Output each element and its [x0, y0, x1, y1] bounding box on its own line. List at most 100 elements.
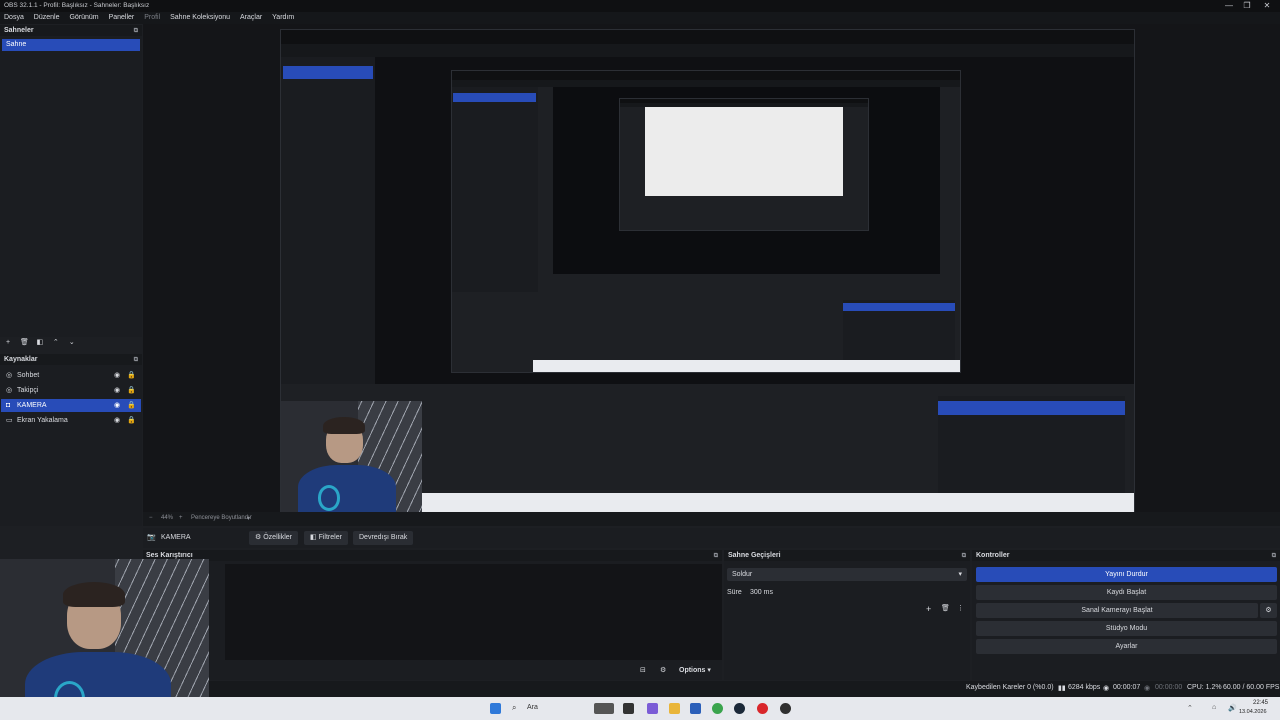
source-item[interactable]: ▭ Ekran Yakalama ◉ 🔒 — [1, 414, 141, 427]
opera-icon[interactable] — [757, 703, 768, 714]
options-dropdown[interactable]: Options ▾ — [679, 666, 711, 674]
duration-input[interactable]: 300 ms — [744, 586, 967, 599]
menu-tools[interactable]: Araçlar — [240, 12, 262, 24]
eye-icon[interactable]: ◉ — [114, 369, 120, 382]
filters-button[interactable]: ◧ Filtreler — [304, 531, 348, 545]
network-tray-icon[interactable]: ⌂ — [1212, 704, 1216, 711]
chrome-icon[interactable] — [712, 703, 723, 714]
add-scene-icon[interactable]: + — [4, 339, 12, 346]
eye-icon[interactable]: ◉ — [114, 384, 120, 397]
chevron-down-icon[interactable]: ▾ — [247, 515, 250, 522]
controls-title: Kontroller ⧉ — [972, 550, 1280, 561]
scene-item[interactable]: Sahne — [2, 39, 140, 51]
move-up-icon[interactable]: ⌃ — [52, 338, 60, 346]
taskbar: ⌕ Ara ⌃ ⌂ 🔊 22:45 13.04.2026 — [0, 697, 1280, 720]
close-button[interactable]: ✕ — [1258, 0, 1276, 12]
volume-icon[interactable]: 🔊 — [1228, 704, 1237, 712]
properties-button[interactable]: ⚙ Özellikler — [249, 531, 299, 545]
trash-icon[interactable]: 🗑 — [20, 338, 29, 346]
search-icon[interactable]: ⌕ — [512, 703, 516, 713]
eye-icon[interactable]: ◉ — [114, 414, 120, 427]
source-item[interactable]: ◎ Sohbet ◉ 🔒 — [1, 369, 141, 382]
zoom-out-icon[interactable]: − — [149, 515, 153, 521]
windows-start-icon[interactable] — [490, 703, 501, 714]
zoom-in-icon[interactable]: + — [179, 515, 183, 521]
float-dock-icon[interactable]: ⧉ — [134, 355, 138, 366]
menu-help[interactable]: Yardım — [272, 12, 294, 24]
window-title: OBS 32.1.1 - Profil: Başlıksız - Sahnele… — [4, 2, 150, 9]
cpu-usage: CPU: 1.2% — [1187, 684, 1222, 691]
minimize-button[interactable]: — — [1220, 0, 1238, 12]
float-dock-icon[interactable]: ⧉ — [134, 26, 138, 37]
menu-file[interactable]: Dosya — [4, 12, 24, 24]
more-icon[interactable]: ⋮ — [957, 604, 964, 612]
maximize-button[interactable]: ❐ — [1238, 0, 1256, 12]
clock-time[interactable]: 22:45 — [1253, 700, 1268, 706]
selected-source-name: KAMERA — [161, 534, 191, 541]
float-dock-icon[interactable]: ⧉ — [962, 551, 966, 562]
explorer-icon[interactable] — [669, 703, 680, 714]
gear-icon: ⚙ — [255, 534, 262, 541]
chevron-up-icon[interactable]: ⌃ — [1187, 704, 1193, 712]
preview-canvas[interactable] — [143, 24, 1280, 513]
source-item-label: Takipçi — [17, 387, 39, 394]
menu-profile[interactable]: Profil — [144, 12, 160, 24]
source-toolbar: 📷 KAMERA ⚙ Özellikler ◧ Filtreler Devred… — [143, 528, 1280, 548]
transition-select-value: Soldur — [732, 571, 753, 578]
source-item[interactable]: ◎ Takipçi ◉ 🔒 — [1, 384, 141, 397]
scale-mode[interactable]: Pencereye Boyutlandır — [191, 515, 252, 521]
source-item[interactable]: ◘ KAMERA ◉ 🔒 — [1, 399, 141, 412]
start-recording-button[interactable]: Kaydı Başlat — [976, 585, 1277, 600]
copilot-icon[interactable] — [647, 703, 658, 714]
layout-icon[interactable]: ⊟ — [640, 666, 646, 674]
deactivate-button[interactable]: Devredışı Bırak — [353, 531, 414, 545]
audio-mixer-dock: Ses Karıştırıcı ⧉ ⊟ ⚙ Options ▾ — [143, 550, 722, 680]
options-label: Options — [679, 667, 706, 674]
fps: 60.00 / 60.00 FPS — [1223, 684, 1280, 691]
menu-edit[interactable]: Düzenle — [34, 12, 60, 24]
lock-icon[interactable]: 🔒 — [127, 399, 136, 412]
start-recording-label: Kaydı Başlat — [1106, 589, 1147, 596]
lock-icon[interactable]: 🔒 — [127, 414, 136, 427]
transition-select[interactable]: Soldur ▾ — [727, 568, 967, 581]
virtual-camera-settings-button[interactable]: ⚙ — [1260, 603, 1277, 618]
lock-icon[interactable]: 🔒 — [127, 369, 136, 382]
camera-icon: ◘ — [6, 402, 11, 409]
trash-icon[interactable]: 🗑 — [941, 604, 950, 612]
scene-item-label: Sahne — [6, 41, 27, 48]
store-icon[interactable] — [690, 703, 701, 714]
lock-icon[interactable]: 🔒 — [127, 384, 136, 397]
sources-title-label: Kaynaklar — [4, 356, 38, 363]
clock-date[interactable]: 13.04.2026 — [1239, 709, 1267, 715]
gear-icon[interactable]: ⚙ — [660, 666, 666, 674]
obs-icon[interactable] — [780, 703, 791, 714]
preview-toolbar: − 44% + Pencereye Boyutlandır ▾ — [143, 512, 1280, 526]
add-icon[interactable]: + — [926, 604, 931, 614]
eye-icon[interactable]: ◉ — [114, 399, 120, 412]
float-dock-icon[interactable]: ⧉ — [1272, 551, 1276, 562]
stop-stream-button[interactable]: Yayını Durdur — [976, 567, 1277, 582]
menu-scene-collection[interactable]: Sahne Koleksiyonu — [170, 12, 230, 24]
taskbar-search[interactable]: Ara — [527, 704, 538, 711]
controls-title-label: Kontroller — [976, 552, 1010, 559]
steam-icon[interactable] — [734, 703, 745, 714]
move-down-icon[interactable]: ⌄ — [68, 338, 76, 346]
settings-button[interactable]: Ayarlar — [976, 639, 1277, 654]
deactivate-label: Devredışı Bırak — [359, 534, 408, 541]
float-dock-icon[interactable]: ⧉ — [714, 551, 718, 562]
gear-icon: ⚙ — [1265, 607, 1272, 614]
source-item-label: KAMERA — [17, 402, 47, 409]
scenes-dock-title: Sahneler ⧉ — [0, 25, 142, 36]
taskview-icon[interactable] — [623, 703, 634, 714]
widgets-icon[interactable] — [594, 703, 614, 714]
dropped-frames: Kaybedilen Kareler 0 (%0.0) — [966, 684, 1054, 691]
bitrate: 6284 kbps — [1068, 684, 1101, 691]
start-virtual-camera-button[interactable]: Sanal Kamerayı Başlat — [976, 603, 1258, 618]
menu-docks[interactable]: Paneller — [109, 12, 135, 24]
studio-mode-button[interactable]: Stüdyo Modu — [976, 621, 1277, 636]
settings-label: Ayarlar — [1115, 643, 1138, 650]
filter-icon[interactable]: ◧ — [36, 338, 44, 346]
source-item-label: Sohbet — [17, 372, 40, 379]
stream-icon: ◉ — [1103, 685, 1110, 692]
menu-view[interactable]: Görünüm — [69, 12, 98, 24]
